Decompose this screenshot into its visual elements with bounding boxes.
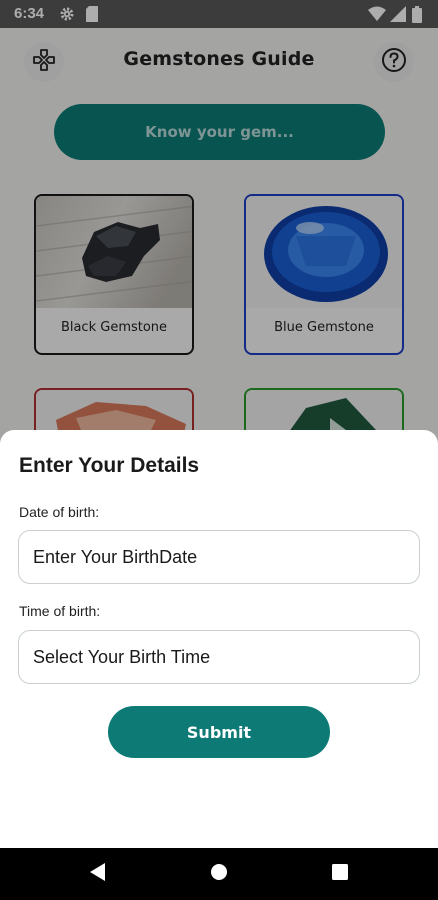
birth-time-field[interactable]: Select Your Birth Time [18, 630, 420, 684]
birthdate-field[interactable]: Enter Your BirthDate [18, 530, 420, 584]
recents-button[interactable] [328, 862, 352, 886]
home-button[interactable] [207, 862, 231, 886]
back-button[interactable] [86, 862, 110, 886]
system-nav-bar [0, 848, 438, 900]
home-icon [209, 862, 229, 886]
recents-icon [331, 863, 349, 885]
back-icon [89, 862, 107, 886]
sheet-title: Enter Your Details [19, 454, 200, 477]
dob-label: Date of birth: [19, 504, 100, 520]
tob-label: Time of birth: [19, 603, 101, 619]
submit-button[interactable]: Submit [108, 706, 330, 758]
details-bottom-sheet: Enter Your Details Date of birth: Enter … [0, 430, 438, 848]
